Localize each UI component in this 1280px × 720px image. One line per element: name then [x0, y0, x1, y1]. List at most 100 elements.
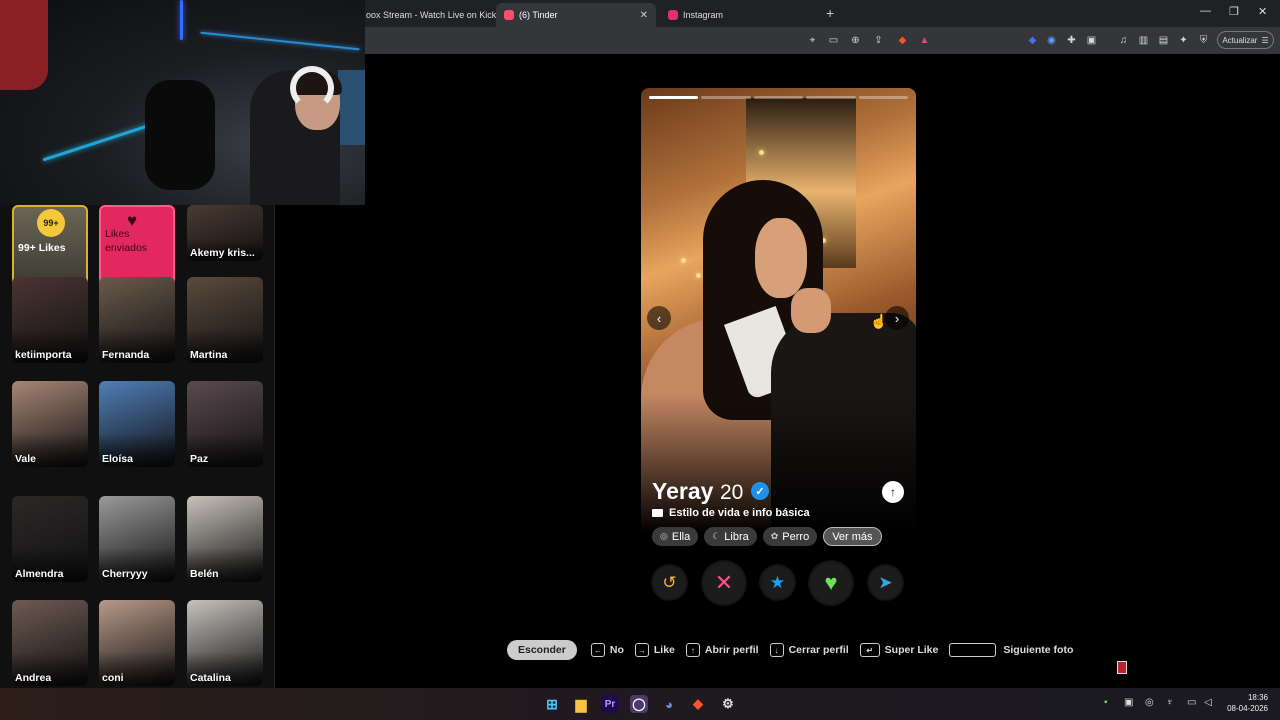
leo-ai-icon[interactable]: ✦: [1176, 33, 1191, 48]
vpn-icon[interactable]: ⛨: [1196, 33, 1211, 48]
match-card[interactable]: Almendra: [12, 496, 88, 582]
hint-next-photo: Siguiente foto: [949, 643, 1073, 657]
nvidia-icon[interactable]: ▪: [1104, 697, 1108, 708]
webcam-monitor: [338, 70, 365, 145]
tab-kick[interactable]: oox Stream - Watch Live on Kick: [358, 3, 496, 27]
star-icon: ★: [769, 572, 786, 592]
photo-progress-segment[interactable]: [701, 96, 751, 99]
chip-label: Perro: [782, 530, 810, 543]
hint-label: No: [609, 644, 624, 656]
match-card[interactable]: Eloísa: [99, 381, 175, 467]
see-more-button[interactable]: Ver más: [823, 527, 882, 546]
match-name: ketiimporta: [15, 349, 72, 361]
open-profile-button[interactable]: ↑: [882, 481, 904, 503]
microphone-icon[interactable]: ♆: [1166, 697, 1174, 708]
next-photo-button[interactable]: ›: [885, 306, 909, 330]
brave-rewards-icon[interactable]: ▲: [917, 33, 932, 48]
share-icon[interactable]: ⇪: [871, 33, 886, 48]
extension-shield-icon[interactable]: ◆: [1025, 33, 1040, 48]
match-card[interactable]: Martina: [187, 277, 263, 363]
photo-progress-segment[interactable]: [806, 96, 856, 99]
match-card[interactable]: Belén: [187, 496, 263, 582]
discord-icon[interactable]: ◕: [660, 695, 678, 713]
like-button[interactable]: ♥: [808, 560, 854, 606]
hint-label: Abrir perfil: [704, 644, 759, 656]
clock-date: 08-04-2026: [1227, 704, 1268, 713]
location-icon[interactable]: ⌖: [805, 33, 820, 48]
profile-photo[interactable]: [641, 88, 916, 533]
webcam-decoration: [0, 0, 48, 90]
photo-bokeh: [696, 273, 701, 278]
steam-icon[interactable]: ◎: [1145, 697, 1154, 708]
update-label: Actualizar: [1222, 35, 1258, 45]
brave-icon[interactable]: ◆: [689, 695, 707, 713]
wallet-icon[interactable]: ▤: [1156, 33, 1171, 48]
maximize-button[interactable]: ❐: [1229, 5, 1239, 18]
app-icon[interactable]: ⚙: [719, 695, 737, 713]
premiere-icon[interactable]: Pr: [601, 695, 619, 713]
nope-button[interactable]: ✕: [701, 560, 747, 606]
instagram-favicon-icon: [668, 10, 678, 20]
hide-hints-button[interactable]: Esconder: [507, 640, 577, 660]
right-arrow-key-icon: →: [634, 643, 649, 657]
minimize-button[interactable]: —: [1200, 5, 1211, 17]
hint-label: Super Like: [884, 644, 939, 656]
new-tab-button[interactable]: +: [826, 5, 834, 21]
close-window-button[interactable]: ✕: [1258, 5, 1267, 18]
photo-progress-segment[interactable]: [649, 96, 699, 99]
extension-sound-icon[interactable]: ◉: [1044, 33, 1059, 48]
cast-icon[interactable]: ▭: [826, 33, 841, 48]
floating-thumbnail: [1117, 661, 1127, 674]
webcam-overlay: [0, 0, 365, 205]
hint-like: → Like: [634, 643, 675, 657]
keyboard-hints: Esconder ← No → Like ↑ Abrir perfil ↓ Ce…: [507, 639, 1084, 661]
tab-kick-title: oox Stream - Watch Live on Kick: [366, 10, 497, 20]
cortana-icon[interactable]: ◯: [630, 695, 648, 713]
super-like-button[interactable]: ★: [759, 564, 796, 601]
previous-photo-button[interactable]: ‹: [647, 306, 671, 330]
chip-zodiac: ☾ Libra: [704, 527, 757, 546]
profile-card[interactable]: ‹ › ☝ Yeray 20 ✓ ↑ Estilo de vida e info…: [641, 88, 916, 615]
sidebar-icon[interactable]: ▥: [1136, 33, 1151, 48]
taskbar-clock[interactable]: 18:36 08-04-2026: [1226, 692, 1268, 714]
brave-shield-icon[interactable]: ◆: [895, 33, 910, 48]
rewind-button[interactable]: ↺: [651, 564, 688, 601]
tray-app-icon[interactable]: ▣: [1124, 697, 1133, 708]
boost-button[interactable]: ➤: [867, 564, 904, 601]
windows-start-icon[interactable]: ⊞: [543, 695, 561, 713]
up-arrow-key-icon: ↑: [685, 643, 700, 657]
update-button[interactable]: Actualizar ☰: [1217, 31, 1274, 49]
hint-open-profile: ↑ Abrir perfil: [685, 643, 759, 657]
match-card[interactable]: Fernanda: [99, 277, 175, 363]
match-card[interactable]: Catalina: [187, 600, 263, 686]
match-name: Almendra: [15, 568, 64, 580]
close-tab-icon[interactable]: ✕: [640, 10, 648, 21]
menu-icon: ☰: [1261, 35, 1269, 45]
photo-progress-segment[interactable]: [753, 96, 804, 99]
space-key-icon: [949, 643, 997, 657]
photo-progress: [649, 96, 909, 99]
match-card[interactable]: Cherryyy: [99, 496, 175, 582]
zoom-icon[interactable]: ⊕: [848, 33, 863, 48]
tab-instagram[interactable]: Instagram: [660, 3, 810, 27]
match-card[interactable]: Akemy kris...: [187, 205, 263, 261]
chip-pets: ✿ Perro: [762, 527, 818, 546]
screenshot-icon[interactable]: ▣: [1084, 33, 1099, 48]
tag-icon: [652, 509, 663, 517]
match-card[interactable]: Vale: [12, 381, 88, 467]
match-card[interactable]: Paz: [187, 381, 263, 467]
match-card[interactable]: coni: [99, 600, 175, 686]
tab-tinder[interactable]: (6) Tinder ✕: [496, 3, 656, 27]
music-icon[interactable]: ♫: [1116, 33, 1131, 48]
match-card[interactable]: Andrea: [12, 600, 88, 686]
volume-icon[interactable]: ◁: [1204, 697, 1212, 708]
file-explorer-icon[interactable]: ▆: [572, 695, 590, 713]
match-card[interactable]: ketiimporta: [12, 277, 88, 363]
network-icon[interactable]: ▭: [1187, 697, 1196, 708]
photo-subject-face: [755, 218, 807, 298]
hand-cursor-icon: ☝: [870, 313, 888, 329]
photo-progress-segment[interactable]: [858, 96, 909, 99]
extensions-icon[interactable]: ✚: [1064, 33, 1079, 48]
photo-subject-hand: [791, 288, 831, 333]
paw-icon: ✿: [770, 531, 779, 541]
